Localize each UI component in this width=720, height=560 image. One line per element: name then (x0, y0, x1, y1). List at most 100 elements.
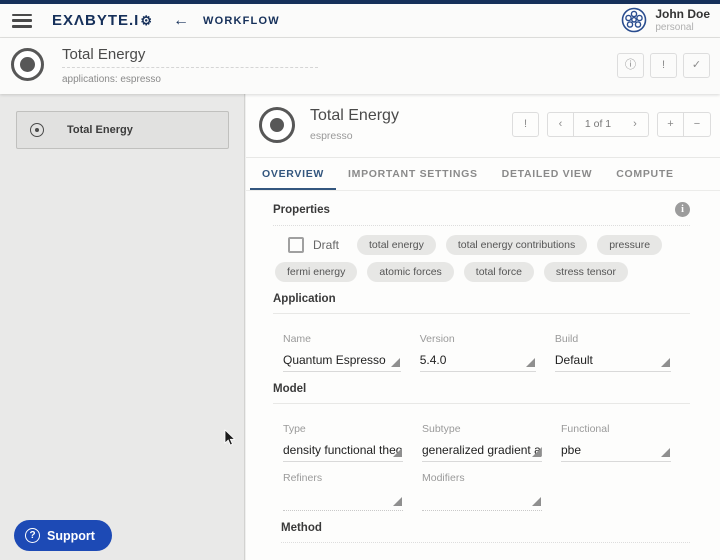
divider (281, 542, 690, 543)
property-chip[interactable]: total energy contributions (445, 235, 588, 255)
menu-icon[interactable] (12, 13, 32, 28)
breadcrumb[interactable]: WORKFLOW (203, 15, 280, 27)
model-heading: Model (273, 383, 307, 395)
model-subtype-select[interactable]: generalized gradient approximation (422, 435, 542, 462)
save-check-button[interactable]: ✓ (683, 53, 710, 78)
user-account-type: personal (655, 21, 694, 33)
unit-title: Total Energy (310, 107, 399, 124)
divider (273, 403, 690, 404)
workflow-header: Total Energy applications: espresso ⓘ ! … (0, 38, 720, 94)
application-name-select[interactable]: Quantum Espresso (283, 345, 401, 372)
dropdown-triangle-icon (390, 358, 400, 367)
model-modifiers-select[interactable] (422, 484, 542, 511)
workflow-title-field[interactable]: Total Energy (62, 46, 318, 68)
avatar[interactable] (621, 7, 647, 33)
dropdown-triangle-icon (393, 497, 402, 506)
dropdown-triangle-icon (525, 358, 535, 367)
tab-detailed-view[interactable]: DETAILED VIEW (490, 158, 605, 190)
properties-heading: Properties (273, 203, 330, 216)
support-button[interactable]: ? Support (14, 520, 112, 551)
app-window: EXΛBYTE.I⚙ ← WORKFLOW John Doe personal (0, 0, 720, 560)
method-heading: Method (281, 522, 322, 534)
support-label: Support (47, 528, 95, 543)
property-chip[interactable]: fermi energy (275, 262, 358, 282)
application-version-field: Version 5.4.0 (419, 323, 536, 372)
navbar: EXΛBYTE.I ⚙ ← WORKFLOW John Doe personal (0, 4, 720, 38)
pager-nav-group: ‹ 1 of 1 › (547, 112, 649, 137)
field-label: Name (283, 333, 312, 345)
remove-unit-button[interactable]: − (684, 112, 711, 137)
draft-label: Draft (313, 238, 340, 252)
model-refiners-select[interactable] (283, 484, 403, 511)
info-icon[interactable]: i (675, 202, 690, 217)
model-refiners-field: Refiners (283, 462, 403, 511)
workflow-actions: ⓘ ! ✓ (617, 53, 710, 78)
draft-control: Draft (275, 237, 339, 253)
gear-icon: ⚙ (140, 12, 154, 28)
back-arrow-icon[interactable]: ← (173, 12, 189, 30)
properties-chips: Draft total energy total energy contribu… (273, 235, 690, 282)
divider (273, 313, 690, 314)
field-label: Type (283, 423, 306, 435)
property-chip[interactable]: pressure (597, 235, 663, 255)
pager-next-button[interactable]: › (622, 112, 649, 137)
unit-tabs: OVERVIEW IMPORTANT SETTINGS DETAILED VIE… (246, 158, 720, 191)
unit-icon (259, 107, 295, 143)
draft-checkbox[interactable] (288, 237, 304, 253)
tab-compute[interactable]: COMPUTE (604, 158, 685, 190)
property-chip[interactable]: total energy (357, 235, 436, 255)
field-label: Modifiers (422, 472, 465, 484)
application-version-select[interactable]: 5.4.0 (419, 345, 536, 372)
logo-text: EXΛBYTE.I (52, 12, 140, 29)
unit-header: Total Energy espresso ! ‹ 1 of 1 › + − (246, 94, 720, 158)
question-icon: ? (25, 528, 40, 543)
dropdown-triangle-icon (393, 448, 402, 457)
pager-status: 1 of 1 (574, 112, 622, 137)
add-unit-button[interactable]: + (657, 112, 684, 137)
property-chip[interactable]: total force (463, 262, 534, 282)
history-info-button[interactable]: ⓘ (617, 53, 644, 78)
property-chip[interactable]: atomic forces (367, 262, 454, 282)
field-label: Version (419, 333, 455, 345)
model-functional-field: Functional pbe (561, 413, 671, 462)
unit-radio-icon (30, 123, 44, 137)
unit-detail-panel: Total Energy espresso ! ‹ 1 of 1 › + − O… (246, 94, 720, 560)
unit-pager: ! ‹ 1 of 1 › + − (512, 112, 711, 137)
user-name: John Doe (655, 7, 710, 22)
application-build-field: Build Default (554, 323, 671, 372)
application-build-select[interactable]: Default (554, 345, 671, 372)
user-info: John Doe personal (655, 7, 710, 33)
exabyte-logo[interactable]: EXΛBYTE.I ⚙ (52, 12, 153, 29)
field-label: Refiners (283, 472, 323, 484)
field-label: Build (554, 333, 579, 345)
divider (273, 225, 690, 226)
pager-add-remove-group: + − (657, 112, 711, 137)
application-section: Application Name Quantum Espresso Versio… (273, 293, 690, 372)
field-label: Functional (561, 423, 610, 435)
unit-list-item-label: Total Energy (67, 124, 133, 136)
user-menu[interactable]: John Doe personal (621, 7, 710, 33)
alert-button[interactable]: ! (650, 53, 677, 78)
model-type-select[interactable]: density functional theory (283, 435, 403, 462)
method-type-field: Type pseudopotential (291, 552, 411, 560)
model-type-field: Type density functional theory (283, 413, 403, 462)
dropdown-triangle-icon (661, 448, 670, 457)
unit-subtitle: espresso (310, 130, 353, 142)
model-section: Model Type density functional theory Sub… (273, 383, 690, 511)
tab-overview[interactable]: OVERVIEW (250, 158, 336, 190)
application-heading: Application (273, 293, 336, 305)
property-chip[interactable]: stress tensor (543, 262, 629, 282)
dropdown-triangle-icon (532, 448, 541, 457)
workflow-subtitle: applications: espresso (62, 74, 161, 85)
model-functional-select[interactable]: pbe (561, 435, 671, 462)
overview-tab-content: Properties i Draft total energy total en… (246, 192, 720, 560)
unit-list-item-total-energy[interactable]: Total Energy (16, 111, 229, 149)
model-subtype-field: Subtype generalized gradient approximati… (422, 413, 542, 462)
tab-important-settings[interactable]: IMPORTANT SETTINGS (336, 158, 490, 190)
workflow-units-sidebar: Total Energy ? Support (0, 94, 245, 560)
pager-prev-button[interactable]: ‹ (547, 112, 574, 137)
pager-alert-button[interactable]: ! (512, 112, 539, 137)
method-subtype-field: Subtype us (430, 552, 550, 560)
method-section: Method Type pseudopotential Subtype us (281, 522, 690, 560)
application-name-field: Name Quantum Espresso (283, 323, 401, 372)
